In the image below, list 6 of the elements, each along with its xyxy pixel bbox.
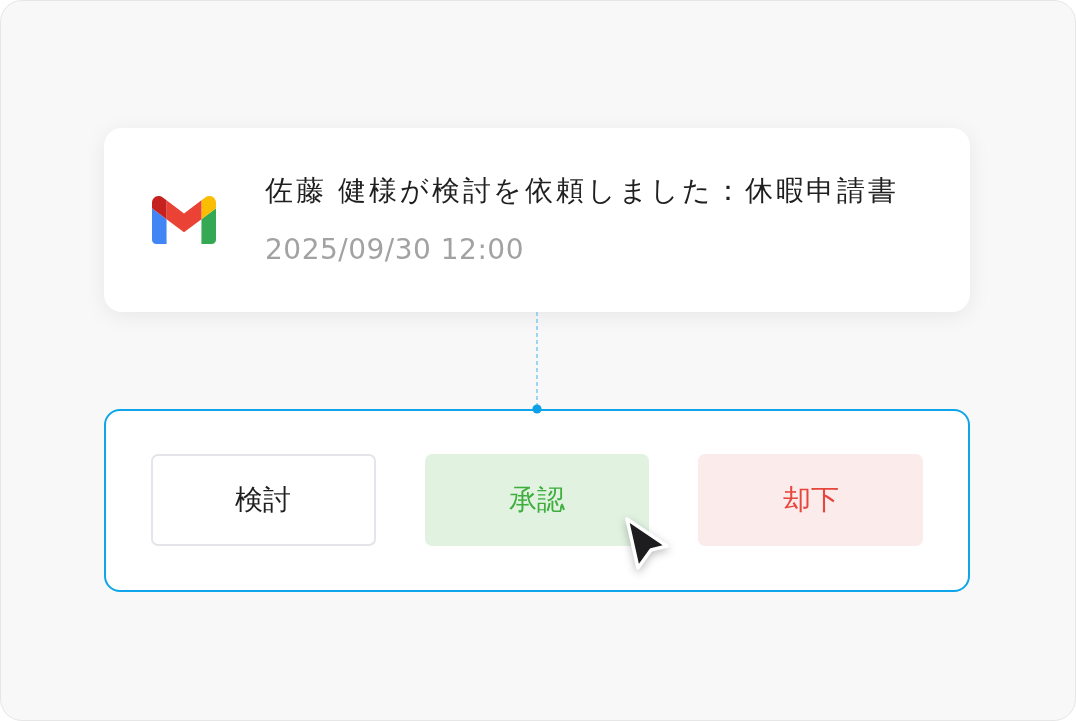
timestamp: 2025/09/30 12:00 xyxy=(265,231,524,268)
reject-button[interactable]: 却下 xyxy=(698,454,923,546)
mail-logo-icon xyxy=(152,196,216,244)
review-button[interactable]: 検討 xyxy=(151,454,376,546)
approve-button[interactable]: 承認 xyxy=(424,454,650,546)
notification-title: 佐藤 健様が検討を依頼しました：休暇申請書 xyxy=(265,172,899,209)
